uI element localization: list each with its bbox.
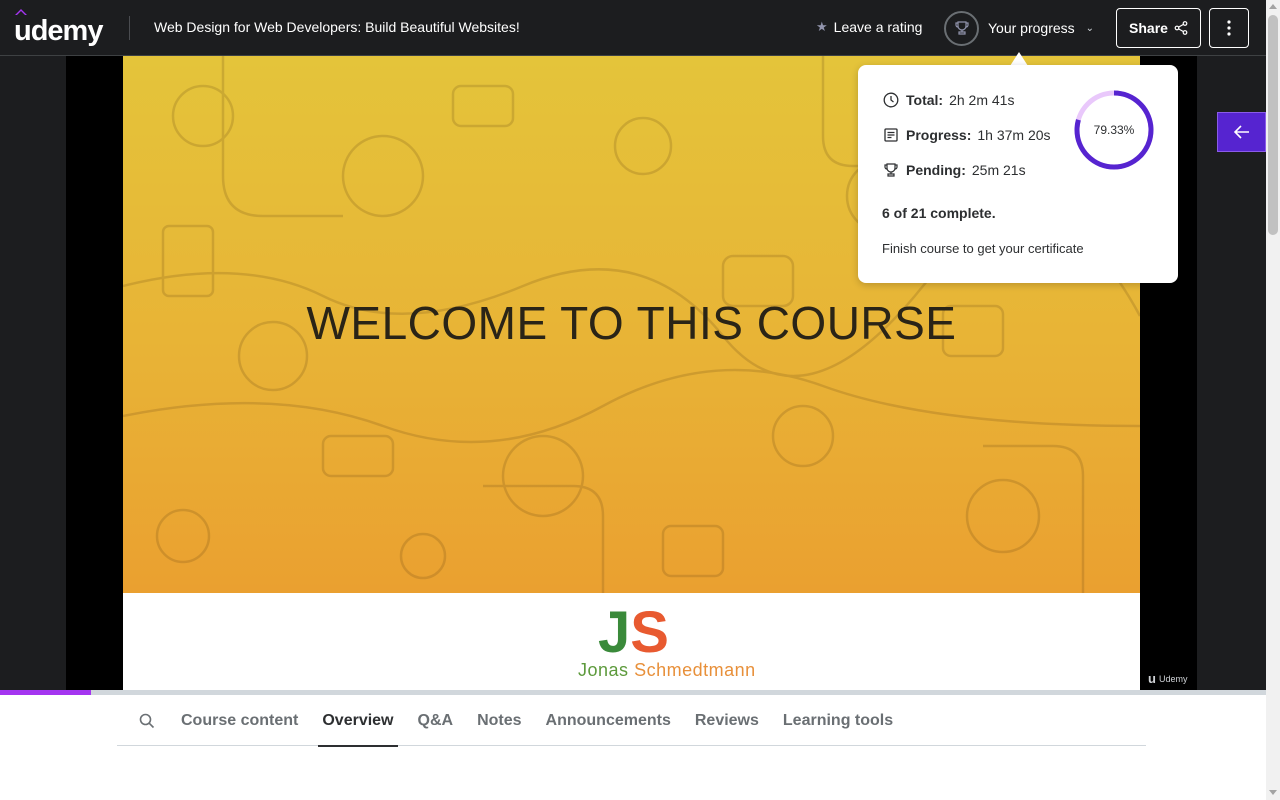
tab-learning-tools[interactable]: Learning tools	[779, 696, 897, 746]
progress-ring: 79.33%	[1072, 88, 1156, 172]
scroll-down-arrow-icon[interactable]	[1269, 790, 1277, 795]
progress-value: 1h 37m 20s	[977, 127, 1051, 143]
progress-row: Progress: 1h 37m 20s	[882, 126, 1051, 144]
clock-icon	[882, 91, 900, 109]
arrow-left-icon	[1233, 125, 1249, 139]
pending-label: Pending:	[906, 162, 966, 178]
tab-notes[interactable]: Notes	[473, 696, 525, 746]
total-row: Total: 2h 2m 41s	[882, 91, 1014, 109]
share-icon	[1174, 21, 1188, 35]
tab-course-content[interactable]: Course content	[177, 696, 302, 746]
progress-popover: Total: 2h 2m 41s Progress: 1h 37m 20s Pe…	[858, 65, 1178, 283]
video-progress-fill	[0, 690, 92, 695]
instructor-logo: J S	[598, 604, 669, 662]
header-divider	[129, 16, 130, 40]
lessons-complete-text: 6 of 21 complete.	[882, 205, 996, 221]
scroll-up-arrow-icon[interactable]	[1269, 4, 1277, 9]
trophy-icon	[944, 10, 979, 46]
page-scrollbar[interactable]	[1266, 0, 1280, 800]
udemy-watermark: u Udemy	[1148, 671, 1187, 686]
popover-arrow	[1010, 52, 1028, 66]
your-progress-label: Your progress	[988, 20, 1075, 36]
instructor-name: Jonas Schmedtmann	[578, 660, 756, 681]
search-tab[interactable]	[117, 696, 177, 746]
certificate-text: Finish course to get your certificate	[882, 241, 1084, 256]
logo-cap-icon	[15, 9, 27, 15]
total-label: Total:	[906, 92, 944, 108]
slide-title: WELCOME TO THIS COURSE	[306, 297, 957, 349]
leave-rating-label: Leave a rating	[833, 19, 923, 35]
pending-value: 25m 21s	[971, 162, 1026, 178]
video-progress-bar[interactable]	[0, 690, 1266, 695]
share-button[interactable]: Share	[1116, 8, 1201, 48]
search-icon	[139, 713, 155, 728]
course-tabs: Course content Overview Q&A Notes Announ…	[117, 696, 1146, 747]
trophy-icon	[882, 161, 900, 179]
chevron-down-icon: ⌄	[1085, 22, 1095, 34]
tab-announcements[interactable]: Announcements	[542, 696, 675, 746]
more-options-button[interactable]	[1209, 8, 1249, 48]
header-bar: udemy Web Design for Web Developers: Bui…	[0, 0, 1266, 56]
udemy-logo[interactable]: udemy	[14, 8, 103, 47]
progress-list-icon	[882, 126, 900, 144]
logo-letter-s: S	[630, 600, 669, 665]
course-title[interactable]: Web Design for Web Developers: Build Bea…	[154, 19, 520, 35]
logo-letter-j: J	[598, 600, 631, 665]
udemy-watermark-icon: u	[1148, 671, 1156, 686]
udemy-watermark-label: Udemy	[1158, 673, 1188, 684]
star-icon: ★	[816, 19, 828, 34]
open-sidebar-button[interactable]	[1217, 112, 1266, 152]
leave-rating-button[interactable]: ★ Leave a rating	[816, 19, 922, 35]
tab-overview[interactable]: Overview	[318, 696, 398, 747]
your-progress-button[interactable]: Your progress ⌄	[944, 10, 1094, 46]
share-label: Share	[1129, 20, 1168, 36]
tab-qa[interactable]: Q&A	[414, 696, 458, 746]
progress-label: Progress:	[906, 127, 972, 143]
total-value: 2h 2m 41s	[949, 92, 1015, 108]
instructor-last-name: Schmedtmann	[634, 660, 756, 680]
tab-reviews[interactable]: Reviews	[691, 696, 763, 746]
scroll-thumb[interactable]	[1268, 15, 1278, 235]
logo-text: udemy	[14, 15, 103, 47]
more-vertical-icon	[1227, 20, 1231, 36]
instructor-first-name: Jonas	[578, 660, 629, 680]
progress-percent: 79.33%	[1093, 123, 1135, 137]
pending-row: Pending: 25m 21s	[882, 161, 1026, 179]
